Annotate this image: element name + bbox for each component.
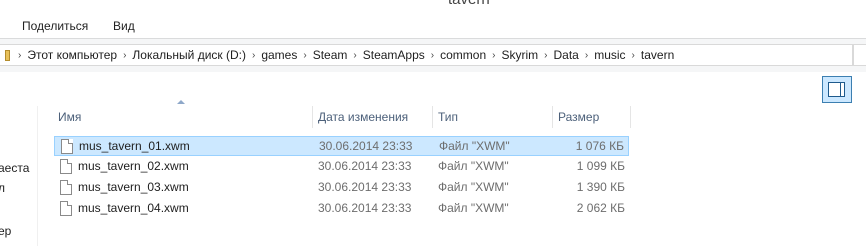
file-row[interactable]: mus_tavern_02.xwm 30.06.2014 23:33 Файл … <box>54 157 629 177</box>
nav-item[interactable]: ер <box>0 224 11 238</box>
breadcrumb-data[interactable]: Data <box>551 48 582 62</box>
file-row[interactable]: mus_tavern_03.xwm 30.06.2014 23:33 Файл … <box>54 178 629 198</box>
file-name: mus_tavern_01.xwm <box>79 139 190 153</box>
breadcrumb-separator-icon[interactable]: › <box>582 50 591 61</box>
preview-pane-icon <box>828 82 845 97</box>
nav-item[interactable]: аеста <box>0 161 29 175</box>
address-bar[interactable]: › Этот компьютер › Локальный диск (D:) ›… <box>0 44 853 66</box>
file-type: Файл "XWM" <box>438 201 509 215</box>
column-size[interactable]: Размер <box>552 106 630 128</box>
breadcrumb-separator-icon[interactable]: › <box>428 50 437 61</box>
breadcrumb-this-pc[interactable]: Этот компьютер <box>24 48 120 62</box>
file-date: 30.06.2014 23:33 <box>318 180 412 194</box>
file-icon <box>60 201 72 216</box>
breadcrumb-tavern[interactable]: tavern <box>638 48 677 62</box>
search-box[interactable] <box>853 44 866 66</box>
nav-item[interactable]: л <box>0 181 5 195</box>
file-name: mus_tavern_02.xwm <box>78 159 189 173</box>
breadcrumb-separator-icon[interactable]: › <box>249 50 258 61</box>
column-type[interactable]: Тип <box>432 106 552 128</box>
file-size: 2 062 КБ <box>576 201 625 215</box>
file-icon <box>60 180 72 195</box>
file-type: Файл "XWM" <box>438 159 509 173</box>
navigation-pane: аеста л ер <box>0 106 38 246</box>
window-title: tavern <box>448 0 490 8</box>
column-divider[interactable] <box>630 106 631 128</box>
file-size: 1 099 КБ <box>576 159 625 173</box>
file-icon <box>61 139 73 154</box>
breadcrumb-separator-icon[interactable]: › <box>350 50 359 61</box>
file-date: 30.06.2014 23:33 <box>318 201 412 215</box>
preview-pane-button[interactable] <box>822 76 852 103</box>
file-name: mus_tavern_03.xwm <box>78 180 189 194</box>
breadcrumb-steamapps[interactable]: SteamApps <box>360 48 428 62</box>
breadcrumb-separator-icon[interactable]: › <box>541 50 550 61</box>
file-icon <box>60 159 72 174</box>
breadcrumb-music[interactable]: music <box>591 48 628 62</box>
file-size: 1 076 КБ <box>575 139 624 153</box>
file-date: 30.06.2014 23:33 <box>318 159 412 173</box>
file-type: Файл "XWM" <box>439 139 510 153</box>
breadcrumb-separator-icon[interactable]: › <box>120 50 129 61</box>
file-date: 30.06.2014 23:33 <box>319 139 413 153</box>
breadcrumb-separator-icon[interactable]: › <box>15 50 24 61</box>
file-row[interactable]: mus_tavern_04.xwm 30.06.2014 23:33 Файл … <box>54 199 629 219</box>
file-row[interactable]: mus_tavern_01.xwm 30.06.2014 23:33 Файл … <box>54 136 629 156</box>
address-row: › Этот компьютер › Локальный диск (D:) ›… <box>0 39 866 72</box>
breadcrumb-separator-icon[interactable]: › <box>489 50 498 61</box>
file-size: 1 390 КБ <box>576 180 625 194</box>
breadcrumb-steam[interactable]: Steam <box>310 48 351 62</box>
view-toolbar <box>0 72 866 106</box>
file-name: mus_tavern_04.xwm <box>78 201 189 215</box>
title-bar: tavern <box>0 0 866 11</box>
breadcrumb-separator-icon[interactable]: › <box>629 50 638 61</box>
breadcrumb-skyrim[interactable]: Skyrim <box>498 48 541 62</box>
column-date[interactable]: Дата изменения <box>312 106 432 128</box>
tab-view[interactable]: Вид <box>113 19 135 33</box>
tab-share[interactable]: Поделиться <box>22 19 88 33</box>
column-name[interactable]: Имя <box>52 106 312 128</box>
breadcrumb-local-disk[interactable]: Локальный диск (D:) <box>129 48 249 62</box>
sort-ascending-icon <box>177 100 185 104</box>
breadcrumb-common[interactable]: common <box>437 48 489 62</box>
file-type: Файл "XWM" <box>438 180 509 194</box>
folder-icon <box>5 49 10 61</box>
breadcrumb-separator-icon[interactable]: › <box>300 50 309 61</box>
column-header: Имя Дата изменения Тип Размер <box>52 106 632 128</box>
breadcrumb-games[interactable]: games <box>258 48 300 62</box>
ribbon: Поделиться Вид <box>0 11 866 39</box>
